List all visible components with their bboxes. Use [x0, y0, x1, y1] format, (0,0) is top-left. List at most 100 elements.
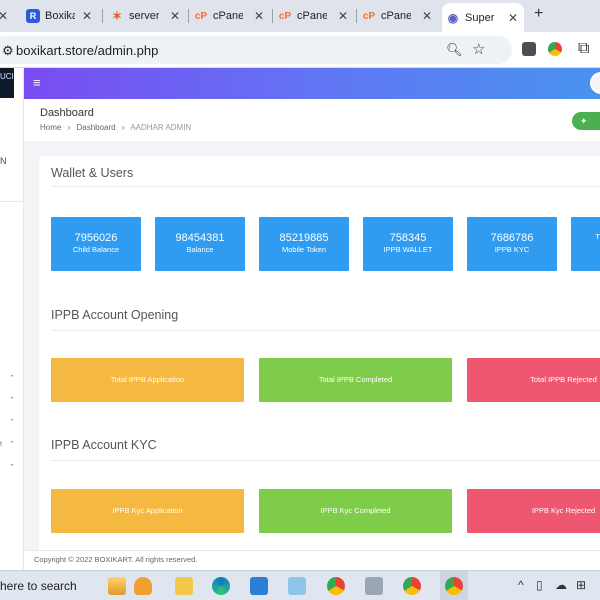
tile-total-ippb-completed[interactable]: Total IPPB Completed [259, 358, 452, 402]
sidebar: UCI N ⌃ ⌃ ⌃ t ⌃ ⌃ [0, 68, 24, 570]
tab-title: server1 [129, 10, 159, 22]
windows-taskbar: here to search ^ ▯ ☁ ⊞ [0, 570, 600, 600]
header-action-button[interactable]: ✦ [572, 112, 600, 130]
top-navbar: ≡ [24, 68, 600, 99]
chevron-up-icon[interactable]: ^ [518, 578, 524, 592]
tile-ippb-kyc-rejected[interactable]: IPPB Kyc Rejected [467, 489, 600, 533]
tile-ippb-kyc-completed[interactable]: IPPB Kyc Completed [259, 489, 452, 533]
chevron-up-icon[interactable]: ⌃ [9, 463, 15, 471]
tile-label: Mobile Token [281, 245, 327, 254]
tile-value: 7686786 [490, 232, 534, 244]
tab-boxikart[interactable]: R Boxikar ✕ [22, 4, 98, 28]
tile-label: IPPB Kyc Completed [320, 506, 391, 515]
tab-title: cPanel [213, 10, 243, 22]
tile-label: Total IPPB Application [110, 375, 185, 384]
tile-mobile-token[interactable]: 85219885 Mobile Token [259, 217, 349, 271]
close-icon[interactable]: ✕ [82, 9, 92, 23]
chevron-up-icon[interactable]: ⌃ [9, 418, 15, 426]
site-settings-icon[interactable]: ⚙ [2, 43, 14, 59]
fingerprint-favicon-icon: ◉ [447, 10, 459, 25]
tile-balance[interactable]: 98454381 Balance [155, 217, 245, 271]
widgets-icon[interactable] [108, 577, 126, 595]
footer: Copyright © 2022 BOXIKART. All rights re… [24, 550, 600, 570]
tile-label: IPPB Kyc Rejected [531, 506, 596, 515]
tile-value: 98454381 [175, 232, 225, 244]
tile-child-balance[interactable]: 7956026 Child Balance [51, 217, 141, 271]
chevron-up-icon[interactable]: ⌃ [9, 374, 15, 382]
tile-total-ippb-application[interactable]: Total IPPB Application [51, 358, 244, 402]
breadcrumb-home[interactable]: Home [40, 123, 61, 132]
tab-server1[interactable]: ✶ server1 ✕ [106, 4, 186, 28]
tile-total-ippb-rejected[interactable]: Total IPPB Rejected [467, 358, 600, 402]
tile-ippb-wallet[interactable]: 758345 IPPB WALLET [363, 217, 453, 271]
section-title-ippb-opening: IPPB Account Opening [51, 308, 179, 322]
person-icon[interactable] [134, 577, 152, 595]
close-icon[interactable]: ✕ [422, 9, 432, 23]
chrome-active-icon[interactable] [445, 577, 463, 595]
close-icon[interactable]: ✕ [338, 9, 348, 23]
breadcrumb: Home › Dashboard › AADHAR ADMIN [40, 123, 192, 132]
chrome-icon[interactable] [327, 577, 345, 595]
tile-ippb-kyc[interactable]: 7686786 IPPB KYC [467, 217, 557, 271]
tab-title: cPanel [381, 10, 411, 22]
tab-super-admin[interactable]: ◉ Super / ✕ [442, 3, 524, 32]
avatar[interactable] [590, 72, 600, 94]
tile-value: 85219885 [279, 232, 329, 244]
vscode-icon[interactable] [250, 577, 268, 595]
close-icon[interactable]: ✕ [508, 11, 518, 25]
zoom-icon[interactable]: 🔍︎ [446, 42, 463, 58]
chrome-profile-icon[interactable] [403, 577, 421, 595]
tile-partial[interactable]: T [571, 217, 600, 271]
file-explorer-icon[interactable] [175, 577, 193, 595]
battery-icon[interactable]: ▯ [536, 578, 543, 592]
tile-ippb-kyc-application[interactable]: IPPB Kyc Application [51, 489, 244, 533]
browser-tab-bar: ✕ R Boxikar ✕ ✶ server1 ✕ cP cPanel ✕ cP… [0, 0, 600, 32]
tab-title: Boxikar [45, 10, 75, 22]
page-header: Dashboard Home › Dashboard › AADHAR ADMI… [24, 99, 600, 141]
tab-title: cPanel [297, 10, 327, 22]
chevron-up-icon[interactable]: ⌃ [9, 440, 15, 448]
puzzle-icon[interactable]: ⧉ [578, 40, 589, 58]
network-icon[interactable]: ⊞ [576, 578, 586, 592]
page-title: Dashboard [40, 107, 94, 119]
close-icon[interactable]: ✕ [170, 9, 180, 23]
new-tab-icon[interactable]: + [534, 5, 543, 23]
tile-label: T [595, 232, 600, 241]
server-favicon-icon: ✶ [111, 9, 123, 23]
tile-label: Child Balance [72, 245, 120, 254]
chrome-extension-icon[interactable] [548, 42, 562, 56]
bookmark-star-icon[interactable]: ☆ [472, 40, 485, 58]
section-title-wallet: Wallet & Users [51, 166, 134, 180]
omnibox[interactable]: ⚙ boxikart.store/admin.php 🔍︎ ☆ [0, 36, 512, 64]
tile-value: 7956026 [74, 232, 118, 244]
tile-value: 758345 [389, 232, 427, 244]
cpanel-favicon-icon: cP [362, 10, 376, 22]
menu-icon[interactable]: ≡ [33, 75, 41, 90]
tab-cpanel-1[interactable]: cP cPanel ✕ [190, 4, 270, 28]
cpanel-favicon-icon: cP [194, 10, 208, 22]
logo: UCI [0, 68, 14, 98]
sidebar-item-partial[interactable]: N [0, 156, 7, 166]
cloud-icon[interactable]: ☁ [555, 578, 567, 592]
cpanel-favicon-icon: cP [278, 10, 292, 22]
chevron-up-icon[interactable]: ⌃ [9, 396, 15, 404]
tab-cpanel-3[interactable]: cP cPanel ✕ [358, 4, 438, 28]
sidebar-item-partial[interactable]: t [0, 441, 2, 448]
edge-icon[interactable] [212, 577, 230, 595]
url-text[interactable]: boxikart.store/admin.php [16, 43, 158, 58]
boxikart-favicon-icon: R [26, 9, 40, 23]
extension-icon[interactable] [522, 42, 536, 56]
tab-title: Super / [465, 11, 495, 24]
breadcrumb-current: AADHAR ADMIN [130, 123, 192, 132]
notepad-icon[interactable] [288, 577, 306, 595]
taskbar-search[interactable]: here to search [0, 579, 77, 593]
breadcrumb-dashboard[interactable]: Dashboard [76, 123, 115, 132]
tile-label: IPPB WALLET [383, 245, 433, 254]
tile-label: Total IPPB Completed [318, 375, 393, 384]
tab-cpanel-2[interactable]: cP cPanel ✕ [274, 4, 354, 28]
close-icon[interactable]: ✕ [254, 9, 264, 23]
section-title-ippb-kyc: IPPB Account KYC [51, 438, 157, 452]
copyright-text: Copyright © 2022 BOXIKART. All rights re… [34, 555, 198, 564]
app-icon[interactable] [365, 577, 383, 595]
tab-close-partial[interactable]: ✕ [0, 4, 8, 28]
